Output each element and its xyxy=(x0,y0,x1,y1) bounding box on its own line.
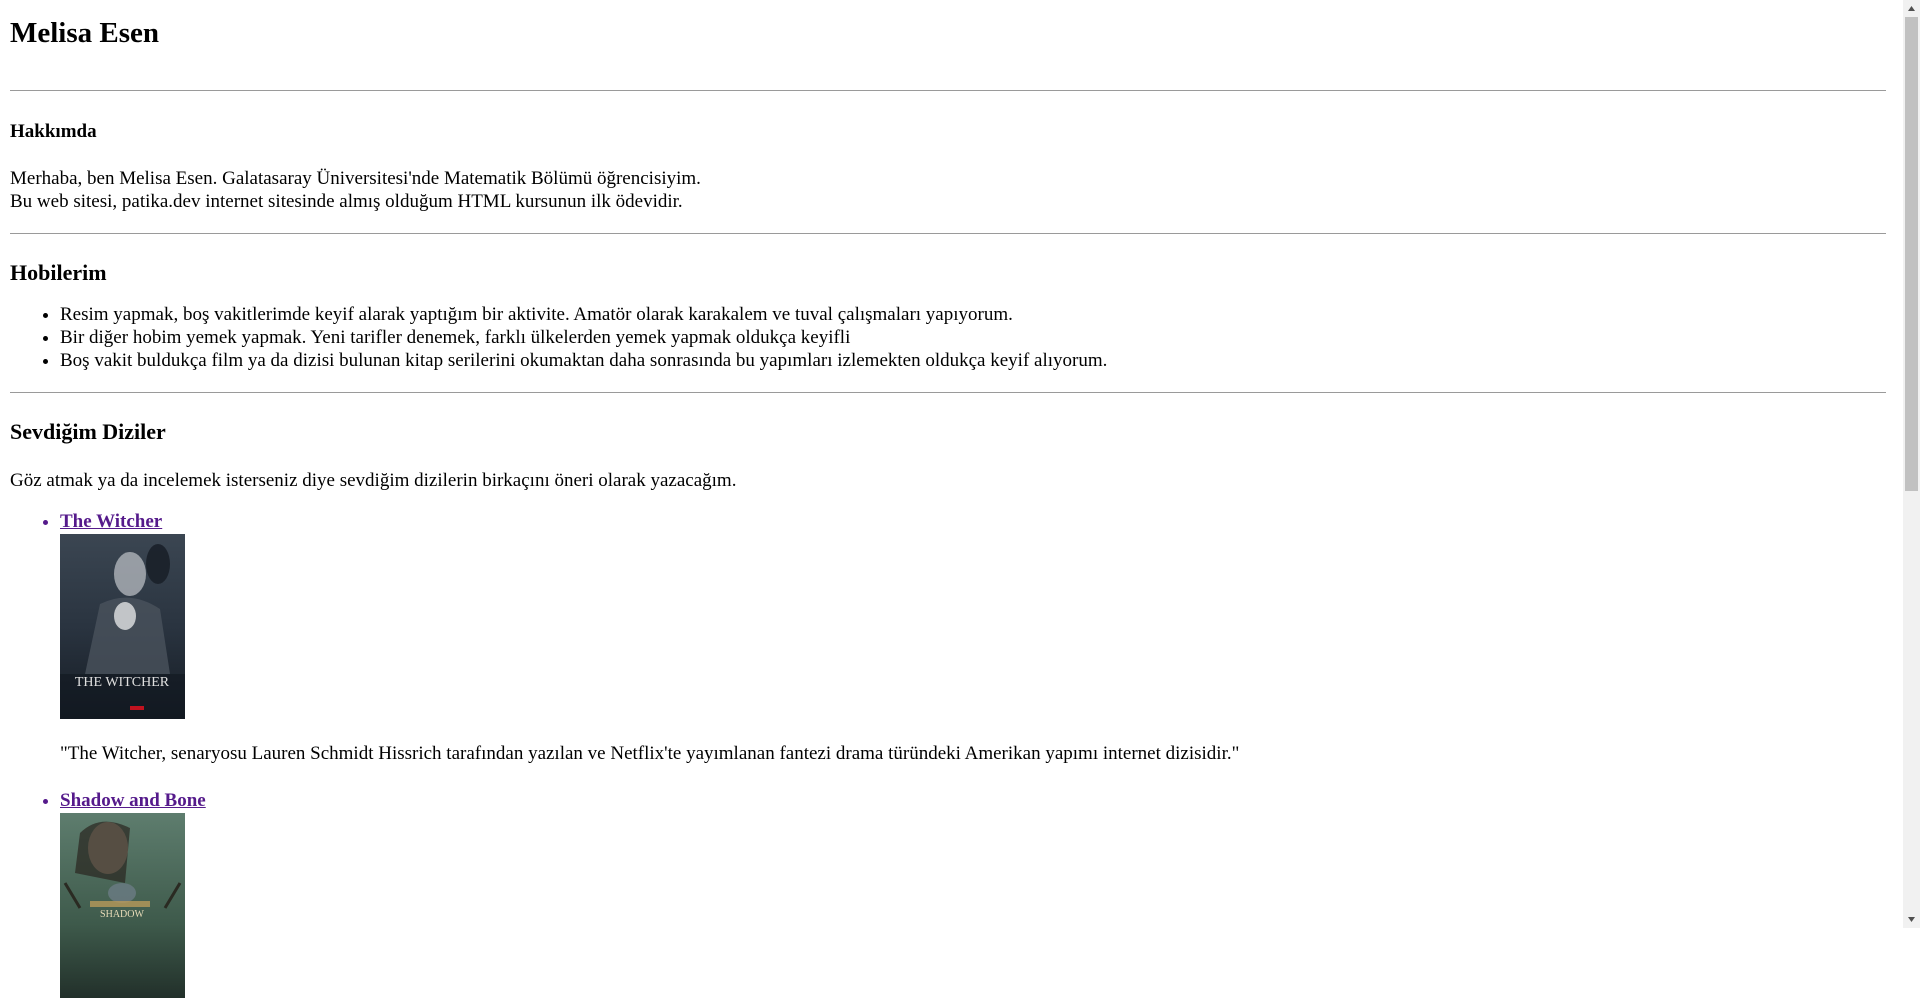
witcher-poster-image[interactable]: THE WITCHER xyxy=(60,534,185,719)
vertical-scrollbar[interactable] xyxy=(1903,0,1920,928)
series-item-shadow-and-bone: Shadow and Bone SHADOW xyxy=(60,789,1886,998)
hobbies-list: Resim yapmak, boş vakitlerimde keyif ala… xyxy=(10,303,1886,372)
page-content: Melisa Esen Hakkımda Merhaba, ben Melisa… xyxy=(10,0,1886,998)
list-item: Bir diğer hobim yemek yapmak. Yeni tarif… xyxy=(60,326,1886,349)
list-item: Boş vakit buldukça film ya da dizisi bul… xyxy=(60,349,1886,372)
about-heading: Hakkımda xyxy=(10,121,97,142)
series-link-shadow-and-bone[interactable]: Shadow and Bone xyxy=(60,790,206,811)
list-item: Resim yapmak, boş vakitlerimde keyif ala… xyxy=(60,303,1886,326)
scroll-down-arrow-icon[interactable] xyxy=(1903,911,1920,928)
page-title: Melisa Esen xyxy=(10,17,160,49)
poster-title: THE WITCHER xyxy=(75,675,170,690)
about-line-2: Bu web sitesi, patika.dev internet sites… xyxy=(10,191,683,212)
divider xyxy=(10,90,1886,91)
series-heading: Sevdiğim Diziler xyxy=(10,419,166,444)
divider xyxy=(10,392,1886,393)
series-list: The Witcher THE WITCHER "The W xyxy=(10,510,1886,998)
divider xyxy=(10,233,1886,234)
scrollbar-thumb[interactable] xyxy=(1905,17,1918,491)
series-item-witcher: The Witcher THE WITCHER "The W xyxy=(60,510,1886,765)
shadow-and-bone-poster-image[interactable]: SHADOW xyxy=(60,813,185,998)
witcher-description: "The Witcher, senaryosu Lauren Schmidt H… xyxy=(60,743,1240,764)
series-link-witcher[interactable]: The Witcher xyxy=(60,511,162,532)
poster-title: SHADOW xyxy=(100,909,144,920)
hobbies-heading: Hobilerim xyxy=(10,260,107,285)
scroll-up-arrow-icon[interactable] xyxy=(1903,0,1920,17)
series-intro: Göz atmak ya da incelemek isterseniz diy… xyxy=(10,470,737,491)
about-line-1: Merhaba, ben Melisa Esen. Galatasaray Ün… xyxy=(10,168,701,189)
